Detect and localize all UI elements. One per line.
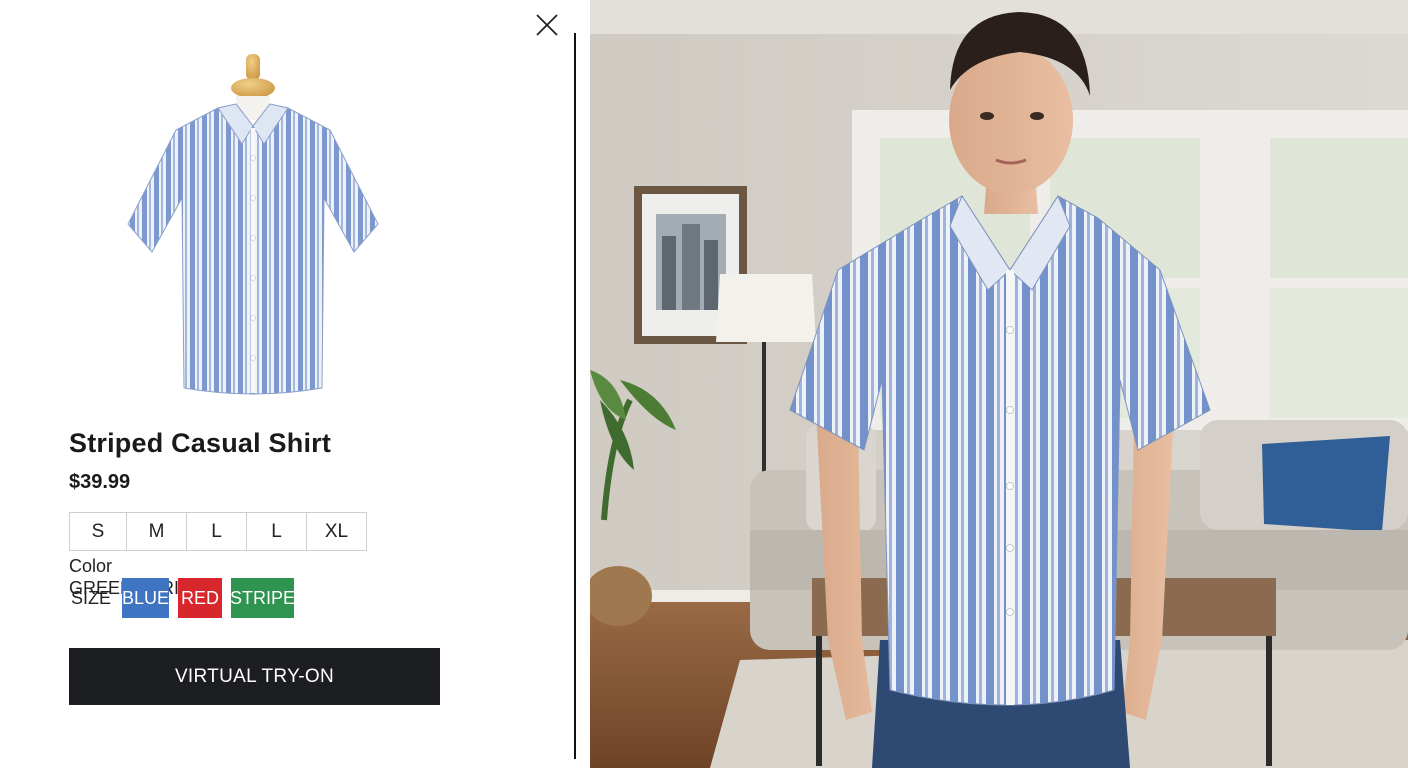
product-image <box>127 54 379 395</box>
size-option-s[interactable]: S <box>70 513 127 550</box>
try-on-scene-illustration <box>590 0 1408 768</box>
close-button[interactable] <box>532 10 562 40</box>
try-on-preview <box>590 0 1408 768</box>
size-option-l-2[interactable]: L <box>247 513 307 550</box>
panel-divider <box>574 33 576 759</box>
size-option-l[interactable]: L <box>187 513 247 550</box>
close-icon[interactable] <box>532 10 562 40</box>
product-panel: Striped Casual Shirt $39.99 S M L L XL C… <box>0 0 590 768</box>
virtual-try-on-button[interactable]: VIRTUAL TRY-ON <box>69 648 440 705</box>
size-selector: S M L L XL <box>69 512 367 551</box>
color-option-stripe[interactable]: STRIPE <box>230 578 295 618</box>
product-price: $39.99 <box>69 471 131 493</box>
color-label: Color <box>69 556 113 576</box>
product-title: Striped Casual Shirt <box>69 428 332 458</box>
size-option-xl[interactable]: XL <box>307 513 366 550</box>
color-option-blue[interactable]: BLUE <box>122 578 169 618</box>
color-option-red[interactable]: RED <box>178 578 222 618</box>
color-options: SIZE BLUE RED STRIPE GREEN STRIPE <box>69 578 295 618</box>
size-label: SIZE <box>71 588 112 608</box>
size-option-m[interactable]: M <box>127 513 187 550</box>
